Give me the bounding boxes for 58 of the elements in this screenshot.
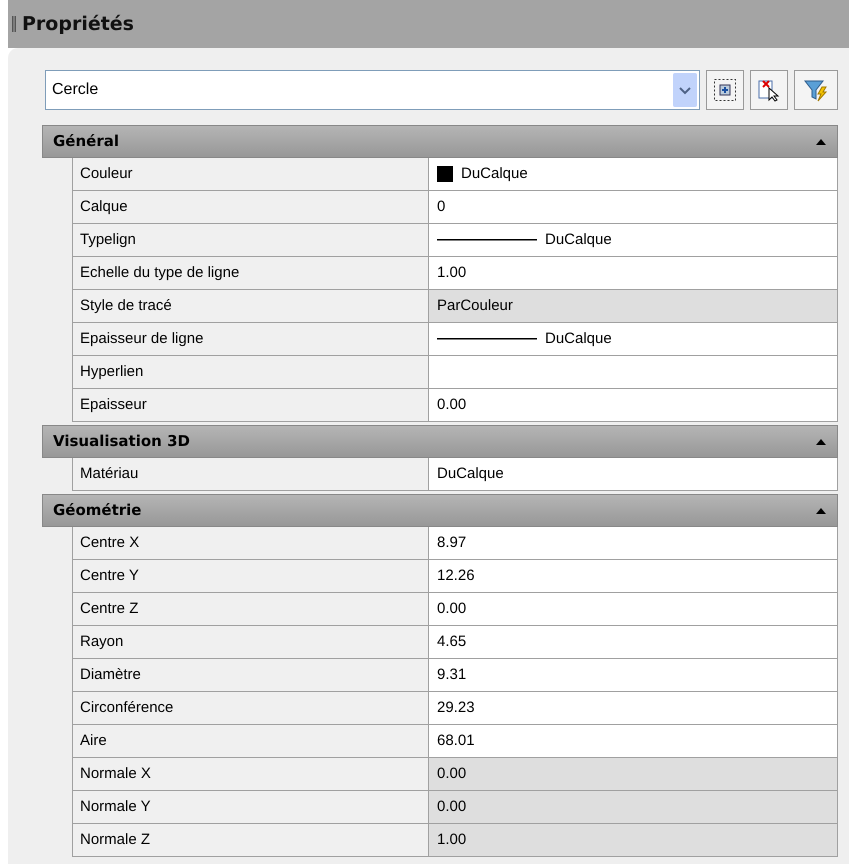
value-text: DuCalque: [545, 230, 612, 250]
value-text: 9.31: [437, 664, 466, 685]
value-text: 68.01: [437, 730, 475, 751]
value-cell[interactable]: 1.00: [429, 824, 837, 856]
panel-title: Propriétés: [22, 12, 134, 37]
section-header[interactable]: Général: [42, 125, 838, 158]
cursor-select-icon: [757, 78, 781, 102]
collapse-icon[interactable]: [815, 438, 827, 446]
value-text: DuCalque: [545, 328, 612, 349]
value-text: ParCouleur: [437, 296, 513, 316]
collapse-icon[interactable]: [815, 138, 827, 146]
line-sample-icon: [437, 338, 537, 340]
value-text: 29.23: [437, 698, 475, 718]
value-cell[interactable]: 12.26: [429, 560, 837, 592]
value-cell[interactable]: 0.00: [429, 758, 837, 790]
section-title: Général: [53, 131, 120, 152]
value-cell[interactable]: DuCalque: [429, 224, 837, 256]
section-header[interactable]: Géométrie: [42, 494, 838, 527]
value-cell[interactable]: 68.01: [429, 725, 837, 757]
value-cell[interactable]: DuCalque: [429, 323, 837, 355]
value-cell[interactable]: 0: [429, 191, 837, 223]
value-text: 1.00: [437, 830, 466, 850]
selection-plus-icon: [713, 78, 737, 102]
section-header[interactable]: Visualisation 3D: [42, 425, 838, 458]
value-text: 0.00: [437, 598, 466, 619]
value-text: 0.00: [437, 796, 466, 817]
value-cell[interactable]: DuCalque: [429, 158, 837, 190]
value-cell[interactable]: ParCouleur: [429, 290, 837, 322]
value-cell[interactable]: 29.23: [429, 692, 837, 724]
quick-select-button[interactable]: [794, 70, 838, 110]
select-objects-button[interactable]: [750, 70, 788, 110]
value-cell[interactable]: 9.31: [429, 659, 837, 691]
value-cell[interactable]: 8.97: [429, 527, 837, 559]
line-sample-icon: [437, 239, 537, 241]
value-cell[interactable]: 4.65: [429, 626, 837, 658]
value-cell[interactable]: 0.00: [429, 593, 837, 625]
value-text: DuCalque: [461, 164, 528, 184]
section-title: Visualisation 3D: [53, 431, 191, 452]
value-cell[interactable]: [429, 356, 837, 388]
collapse-icon[interactable]: [815, 506, 827, 514]
value-text: 4.65: [437, 632, 466, 652]
grip-icon[interactable]: [12, 16, 16, 32]
value-text: DuCalque: [437, 464, 504, 484]
value-cell[interactable]: DuCalque: [429, 458, 837, 490]
chevron-down-icon[interactable]: [673, 73, 697, 107]
value-text: 0.00: [437, 394, 466, 415]
value-cell[interactable]: 1.00: [429, 257, 837, 289]
value-text: 0.00: [437, 764, 466, 784]
value-text: 1.00: [437, 262, 466, 283]
section-title: Géométrie: [53, 500, 142, 522]
value-cell[interactable]: 0.00: [429, 791, 837, 823]
dropdown-value: Cercle: [51, 80, 100, 100]
value-text: 12.26: [437, 566, 475, 586]
object-type-dropdown[interactable]: Cercle: [45, 70, 700, 110]
value-text: 0: [437, 196, 446, 217]
value-text: 8.97: [437, 532, 466, 553]
add-to-selection-button[interactable]: [706, 70, 744, 110]
value-cell[interactable]: 0.00: [429, 389, 837, 421]
